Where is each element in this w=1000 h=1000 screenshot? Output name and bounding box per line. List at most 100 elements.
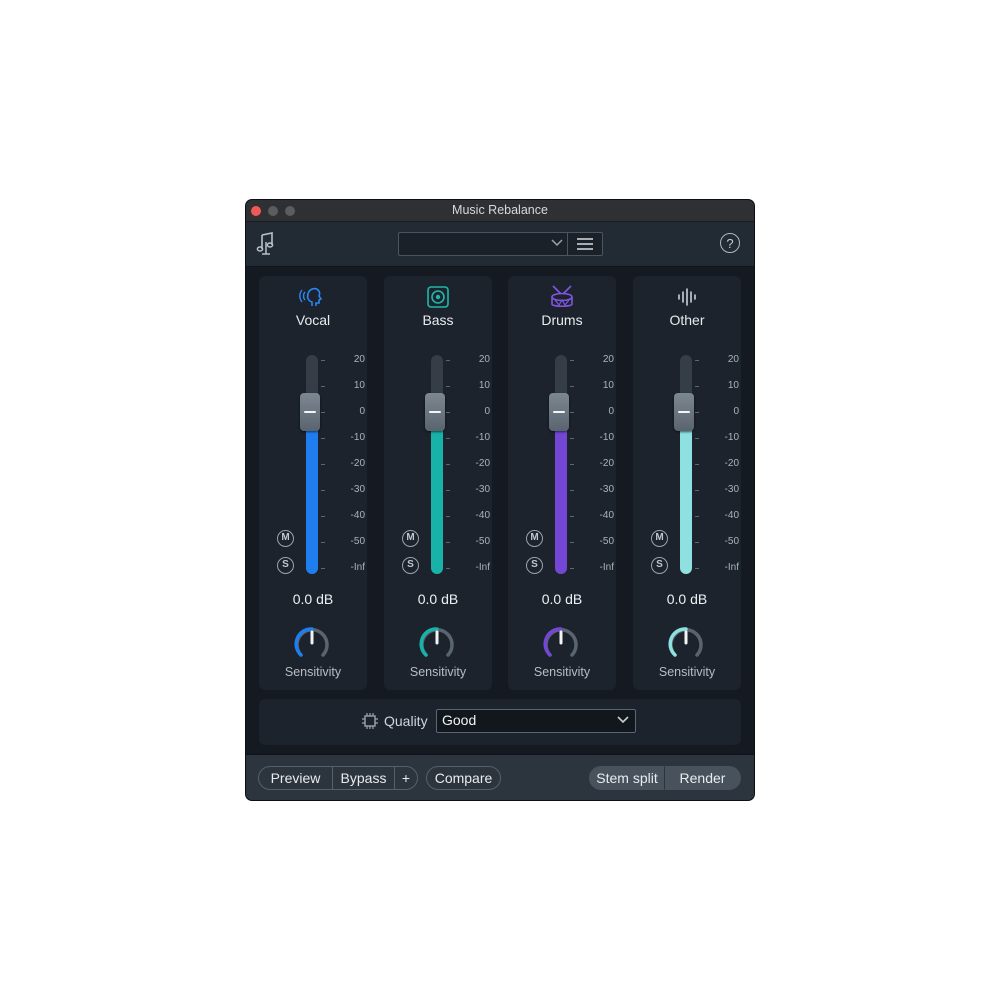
sensitivity-knob[interactable] [541, 624, 581, 664]
strip-name: Other [669, 312, 705, 328]
gain-fader-track[interactable] [680, 355, 692, 574]
scale-label: -10 [724, 432, 739, 443]
solo-button[interactable]: S [402, 557, 419, 574]
drum-icon [551, 285, 573, 308]
scale-tick [446, 386, 450, 387]
scale-label: -10 [475, 432, 490, 443]
solo-button[interactable]: S [526, 557, 543, 574]
scale-tick [695, 438, 699, 439]
sensitivity-knob[interactable] [292, 624, 332, 664]
gain-fader-track[interactable] [431, 355, 443, 574]
preset-menu-button[interactable] [567, 232, 603, 256]
scale-label: -40 [350, 510, 365, 521]
scale-tick [446, 412, 450, 413]
chevron-down-icon [551, 239, 563, 247]
sensitivity-label: Sensitivity [533, 665, 591, 679]
sensitivity-label: Sensitivity [284, 665, 342, 679]
scale-label: -30 [599, 484, 614, 495]
scale-label: -Inf [475, 562, 490, 573]
gain-fader-fill [555, 424, 567, 574]
gain-fader-handle[interactable] [549, 393, 569, 431]
sensitivity-knob[interactable] [666, 624, 706, 664]
gain-readout: 0.0 dB [417, 591, 459, 607]
help-button[interactable]: ? [720, 233, 740, 253]
strip-name: Bass [422, 312, 454, 328]
scale-label: -10 [599, 432, 614, 443]
gain-fader-handle[interactable] [674, 393, 694, 431]
scale-label: -20 [599, 458, 614, 469]
gain-fader-fill [306, 424, 318, 574]
scale-label: -Inf [350, 562, 365, 573]
strip-name: Drums [541, 312, 583, 328]
preview-button[interactable]: Preview [258, 766, 333, 790]
scale-label: -30 [475, 484, 490, 495]
gain-scale: 20 10 0 -10 -20 -30 -40 -50 -Inf [695, 354, 739, 575]
stem-split-button[interactable]: Stem split [589, 766, 665, 790]
scale-label: -20 [475, 458, 490, 469]
scale-tick [570, 464, 574, 465]
scale-tick [321, 516, 325, 517]
scale-label: -20 [350, 458, 365, 469]
hamburger-menu-icon [577, 238, 593, 250]
scale-label: -50 [599, 536, 614, 547]
toolbar: ? [246, 222, 754, 267]
bypass-button[interactable]: Bypass [332, 766, 395, 790]
scale-label: 10 [602, 380, 614, 391]
gain-fader-handle[interactable] [425, 393, 445, 431]
scale-label: -40 [599, 510, 614, 521]
mute-button[interactable]: M [277, 530, 294, 547]
quality-select[interactable]: Good [436, 709, 636, 733]
scale-tick [695, 386, 699, 387]
gain-scale: 20 10 0 -10 -20 -30 -40 -50 -Inf [321, 354, 365, 575]
sensitivity-label: Sensitivity [658, 665, 716, 679]
scale-tick [446, 516, 450, 517]
scale-label: 0 [608, 406, 614, 417]
gain-scale: 20 10 0 -10 -20 -30 -40 -50 -Inf [446, 354, 490, 575]
compare-button[interactable]: Compare [426, 766, 501, 790]
solo-button[interactable]: S [651, 557, 668, 574]
sensitivity-knob[interactable] [417, 624, 457, 664]
strip-name: Vocal [295, 312, 331, 328]
scale-label: 20 [727, 354, 739, 365]
speaker-icon [427, 286, 449, 308]
mute-button[interactable]: M [651, 530, 668, 547]
scale-label: -20 [724, 458, 739, 469]
scale-label: -40 [475, 510, 490, 521]
scale-label: -40 [724, 510, 739, 521]
preset-dropdown[interactable] [398, 232, 568, 256]
solo-button[interactable]: S [277, 557, 294, 574]
bottom-bar: Preview Bypass + Compare Stem split Rend… [246, 754, 754, 800]
chevron-down-icon [617, 716, 629, 724]
scale-tick [570, 412, 574, 413]
waveform-icon [678, 288, 696, 306]
scale-tick [570, 360, 574, 361]
gain-fader-track[interactable] [306, 355, 318, 574]
scale-label: -Inf [724, 562, 739, 573]
scale-tick [321, 360, 325, 361]
quality-panel: Quality Good [259, 699, 741, 745]
gain-scale: 20 10 0 -10 -20 -30 -40 -50 -Inf [570, 354, 614, 575]
gain-readout: 0.0 dB [666, 591, 708, 607]
scale-label: 0 [733, 406, 739, 417]
channel-strip-vocal: Vocal 20 10 0 -10 -20 -30 -40 -50 -Inf M S 0.0 d… [259, 276, 367, 690]
mute-button[interactable]: M [402, 530, 419, 547]
scale-tick [695, 360, 699, 361]
scale-label: 0 [484, 406, 490, 417]
scale-label: -30 [350, 484, 365, 495]
scale-tick [321, 386, 325, 387]
scale-tick [321, 568, 325, 569]
cpu-chip-icon [362, 713, 378, 729]
gain-fader-handle[interactable] [300, 393, 320, 431]
mute-button[interactable]: M [526, 530, 543, 547]
add-compare-button[interactable]: + [394, 766, 418, 790]
scale-label: -50 [724, 536, 739, 547]
music-note-icon [256, 232, 274, 255]
quality-label: Quality [384, 713, 428, 729]
scale-tick [695, 490, 699, 491]
gain-fader-track[interactable] [555, 355, 567, 574]
scale-label: -30 [724, 484, 739, 495]
channel-strip-other: Other 20 10 0 -10 -20 -30 -40 -50 -Inf M S 0.0 d… [633, 276, 741, 690]
render-button[interactable]: Render [664, 766, 741, 790]
scale-label: -50 [350, 536, 365, 547]
gain-fader-fill [431, 424, 443, 574]
